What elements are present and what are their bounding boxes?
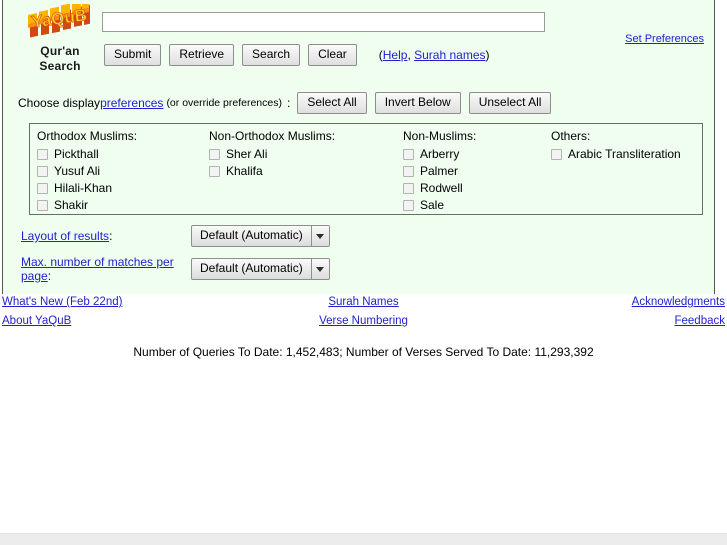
checkbox-label: Arberry [420,147,460,161]
search-row [102,12,545,32]
checkbox-icon[interactable] [403,166,414,177]
max-matches-colon: : [47,269,52,283]
set-preferences-wrap: Set Preferences [625,33,704,45]
checkbox-icon[interactable] [37,200,48,211]
checkbox-row-arabic-transliteration[interactable]: Arabic Transliteration [549,146,699,163]
checkbox-row-palmer[interactable]: Palmer [401,163,549,180]
checkbox-label: Khalifa [226,164,263,178]
checkbox-icon[interactable] [403,149,414,160]
max-matches-row: Max. number of matches per page: Default… [21,255,330,283]
surah-names-link[interactable]: Surah names [414,48,485,62]
layout-of-results-link[interactable]: Layout of results [21,229,109,243]
footer-cell-center: Verse Numbering [0,315,727,327]
max-matches-link[interactable]: Max. number of matches per page [21,255,174,283]
surah-names-footer-link[interactable]: Surah Names [328,296,398,308]
retrieve-button[interactable]: Retrieve [169,44,235,66]
page-container: YaQuB Qur'an Search Submit Retrieve Sear… [2,0,715,294]
help-note: (Help, Surah names) [379,48,490,62]
unselect-all-button[interactable]: Unselect All [468,92,552,114]
max-matches-label: Max. number of matches per page: [21,255,191,283]
checkbox-icon[interactable] [403,183,414,194]
checkbox-label: Pickthall [54,147,99,161]
checkbox-icon[interactable] [209,166,220,177]
checkbox-icon[interactable] [37,166,48,177]
action-button-row: Submit Retrieve Search Clear (Help, Sura… [104,44,490,66]
group-heading: Orthodox Muslims: [37,129,138,143]
checkbox-label: Arabic Transliteration [568,147,681,161]
feedback-link[interactable]: Feedback [674,315,725,327]
submit-button[interactable]: Submit [104,44,162,66]
checkbox-icon[interactable] [403,200,414,211]
layout-of-results-label: Layout of results: [21,229,191,243]
translator-group-orthodox-muslims: Orthodox Muslims: Pickthall Yusuf Ali Hi… [35,129,207,214]
acknowledgments-link[interactable]: Acknowledgments [632,296,725,308]
header: YaQuB Qur'an Search Submit Retrieve Sear… [3,0,714,88]
chevron-down-icon[interactable] [310,259,329,279]
checkbox-row-khalifa[interactable]: Khalifa [207,163,401,180]
checkbox-row-sher-ali[interactable]: Sher Ali [207,146,401,163]
checkbox-icon[interactable] [37,183,48,194]
help-close-paren: ) [485,48,490,62]
checkbox-label: Palmer [420,164,459,178]
search-button[interactable]: Search [242,44,301,66]
checkbox-label: Sher Ali [226,147,268,161]
checkbox-label: Sale [420,198,445,212]
help-link[interactable]: Help [383,48,408,62]
checkbox-row-shakir[interactable]: Shakir [35,197,207,214]
footer-row-2: About YaQuB Verse Numbering Feedback [0,315,727,334]
checkbox-label: Hilali-Khan [54,181,113,195]
translator-group-non-orthodox-muslims: Non-Orthodox Muslims: Sher Ali Khalifa [207,129,401,214]
checkbox-row-rodwell[interactable]: Rodwell [401,180,549,197]
yaqub-logo-icon: YaQuB [28,4,90,38]
group-heading: Others: [551,129,591,143]
translator-group-others: Others: Arabic Transliteration [549,129,699,214]
brand-title-line2: Search [39,59,81,73]
checkbox-label: Shakir [54,198,89,212]
translator-columns: Orthodox Muslims: Pickthall Yusuf Ali Hi… [30,124,702,214]
checkbox-icon[interactable] [551,149,562,160]
prefs-lead-text: Choose display [18,96,101,110]
usage-counter-text: Number of Queries To Date: 1,452,483; Nu… [133,345,594,359]
brand-title-line1: Qur'an [40,44,80,58]
layout-of-results-row: Layout of results: Default (Automatic) [21,225,330,247]
checkbox-row-sale[interactable]: Sale [401,197,549,214]
chevron-down-icon[interactable] [310,226,329,246]
brand-block: YaQuB Qur'an Search [21,4,99,74]
checkbox-icon[interactable] [37,149,48,160]
checkbox-row-arberry[interactable]: Arberry [401,146,549,163]
select-all-button[interactable]: Select All [297,92,367,114]
group-heading: Non-Muslims: [403,129,477,143]
checkbox-label: Yusuf Ali [54,164,101,178]
set-preferences-link[interactable]: Set Preferences [625,33,704,45]
logo-wordmark-text: YaQuB [30,5,88,32]
layout-colon: : [109,229,113,243]
footer-cell-right: Acknowledgments [632,296,725,308]
checkbox-label: Rodwell [420,181,463,195]
footer-links: What's New (Feb 22nd) Surah Names Acknow… [0,296,727,334]
checkbox-row-yusuf-ali[interactable]: Yusuf Ali [35,163,207,180]
max-matches-value: Default (Automatic) [200,261,303,275]
invert-below-button[interactable]: Invert Below [374,92,461,114]
clear-button[interactable]: Clear [308,44,357,66]
checkbox-row-pickthall[interactable]: Pickthall [35,146,207,163]
max-matches-select[interactable]: Default (Automatic) [191,258,330,280]
verse-numbering-link[interactable]: Verse Numbering [319,315,408,327]
group-heading: Non-Orthodox Muslims: [209,129,336,143]
prefs-paren-text: (or override preferences) [166,97,282,109]
layout-of-results-value: Default (Automatic) [200,228,303,242]
footer-cell-right: Feedback [674,315,725,327]
preferences-line: Choose display preferences (or override … [18,92,559,114]
footer-row-1: What's New (Feb 22nd) Surah Names Acknow… [0,296,727,315]
search-input[interactable] [102,12,545,32]
checkbox-icon[interactable] [209,149,220,160]
translator-group-non-muslims: Non-Muslims: Arberry Palmer Rodwell Sale [401,129,549,214]
translators-box: Orthodox Muslims: Pickthall Yusuf Ali Hi… [29,123,703,215]
footer-cell-center: Surah Names [0,296,727,308]
preferences-link[interactable]: preferences [100,96,163,110]
checkbox-row-hilali-khan[interactable]: Hilali-Khan [35,180,207,197]
layout-of-results-select[interactable]: Default (Automatic) [191,225,330,247]
prefs-colon: : [286,96,291,110]
bottom-chrome-bar [0,533,727,545]
